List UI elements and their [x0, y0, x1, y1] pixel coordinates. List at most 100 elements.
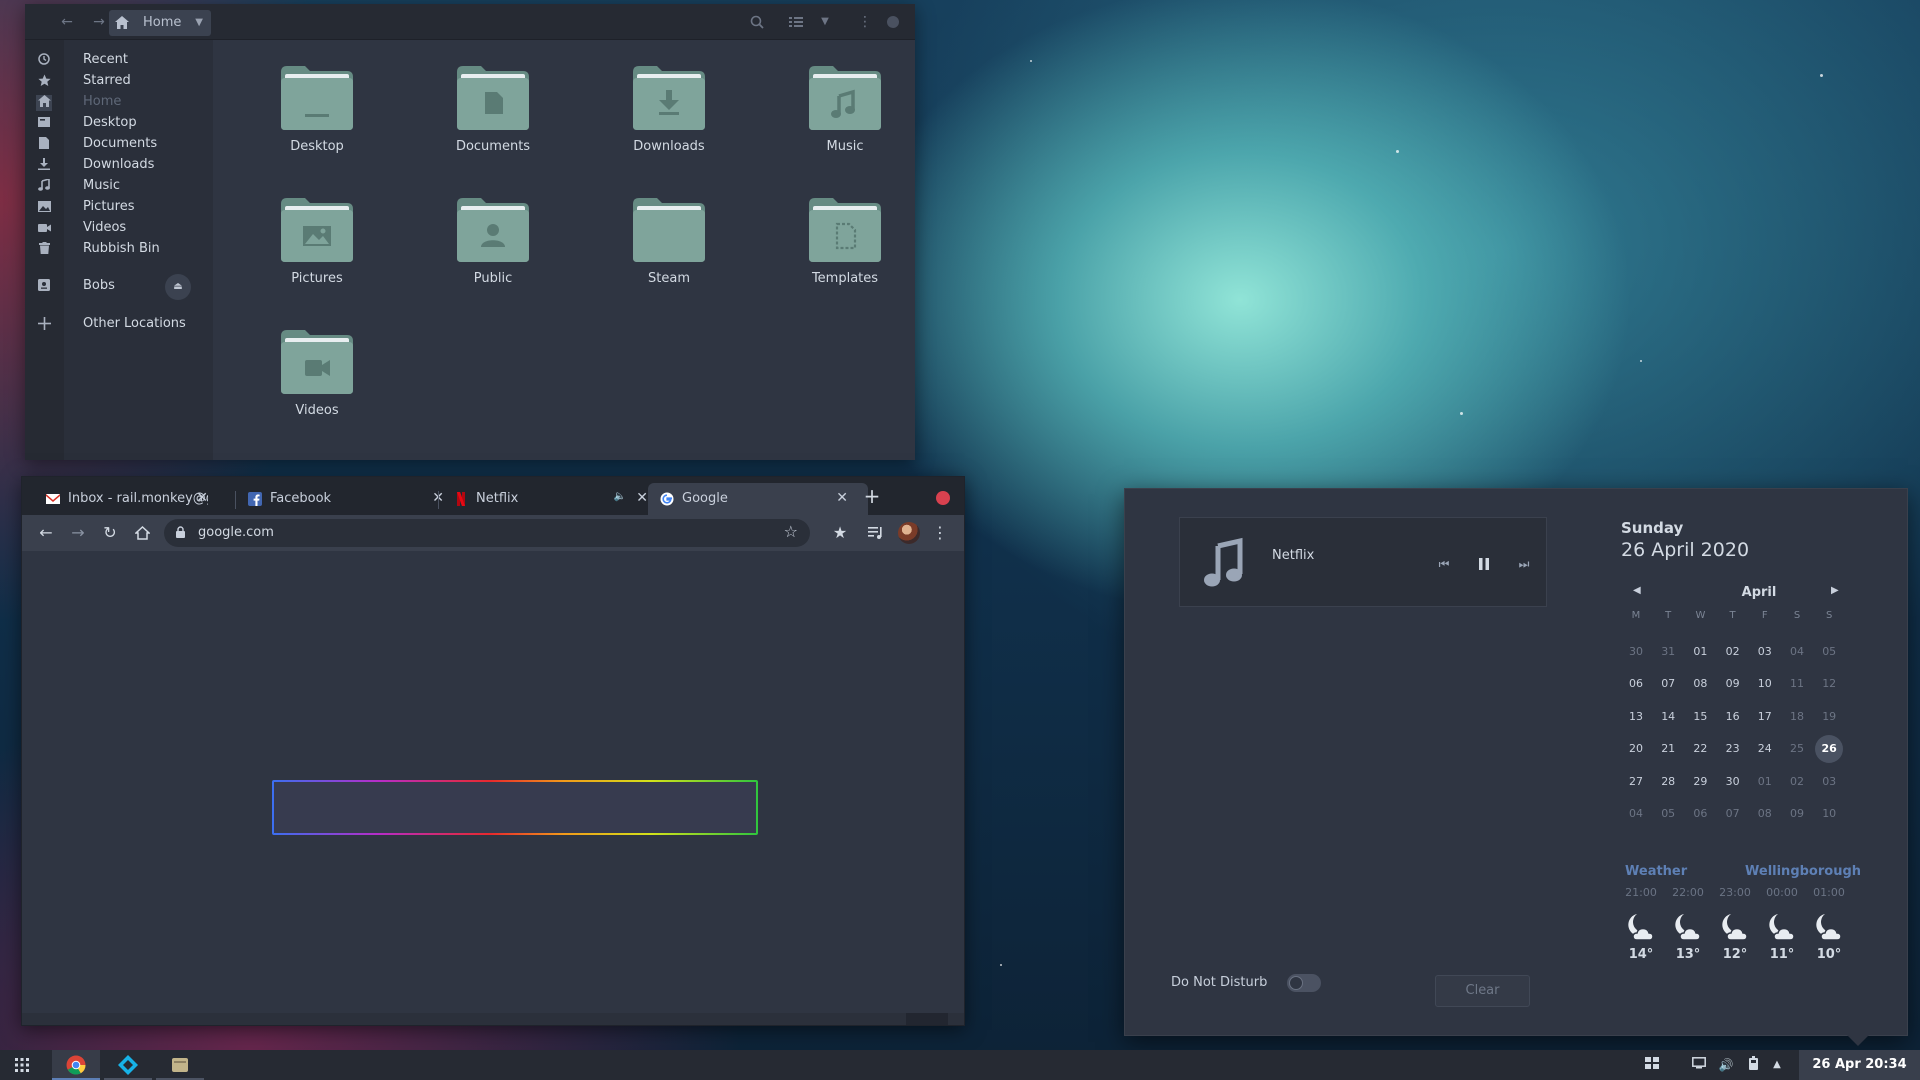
sidebar-item-starred[interactable]: Starred — [25, 71, 213, 92]
folder-templates[interactable]: Templates — [779, 186, 899, 296]
bookmarks-button[interactable]: ★ — [828, 521, 852, 545]
previous-month-button[interactable]: ◀ — [1633, 585, 1641, 596]
calendar-day[interactable]: 09 — [1783, 800, 1811, 828]
folder-public[interactable]: Public — [427, 186, 547, 296]
browser-menu-button[interactable]: ⋮ — [928, 521, 952, 545]
calendar-day[interactable]: 17 — [1751, 703, 1779, 731]
address-bar[interactable]: google.com ☆ — [164, 519, 810, 547]
bookmark-star-icon[interactable]: ☆ — [784, 522, 798, 541]
calendar-day[interactable]: 04 — [1622, 800, 1650, 828]
taskbar-chrome[interactable] — [52, 1050, 100, 1080]
calendar-day[interactable]: 05 — [1654, 800, 1682, 828]
path-bar-home[interactable]: Home ▼ — [109, 10, 211, 36]
next-month-button[interactable]: ▶ — [1831, 585, 1839, 596]
calendar-day[interactable]: 02 — [1783, 768, 1811, 796]
clear-notifications-button[interactable]: Clear — [1435, 975, 1530, 1007]
calendar-day[interactable]: 03 — [1815, 768, 1843, 796]
pause-button[interactable] — [1472, 554, 1496, 574]
folder-steam[interactable]: Steam — [603, 186, 723, 296]
calendar-day[interactable]: 08 — [1751, 800, 1779, 828]
sidebar-item-recent[interactable]: Recent — [25, 50, 213, 71]
sidebar-item-rubbish-bin[interactable]: Rubbish Bin — [25, 239, 213, 260]
calendar-day[interactable]: 07 — [1654, 670, 1682, 698]
window-close-button[interactable] — [936, 491, 950, 505]
calendar-day[interactable]: 02 — [1719, 638, 1747, 666]
calendar-day[interactable]: 28 — [1654, 768, 1682, 796]
taskbar-kodi[interactable] — [104, 1050, 152, 1080]
next-track-button[interactable]: ⏭ — [1512, 554, 1536, 574]
folder-videos[interactable]: Videos — [251, 318, 371, 428]
menu-button[interactable]: ⋮ — [851, 10, 879, 34]
tab-close-button[interactable]: ✕ — [636, 490, 648, 506]
new-tab-button[interactable]: + — [860, 485, 884, 509]
calendar-day[interactable]: 31 — [1654, 638, 1682, 666]
view-list-button[interactable] — [782, 10, 810, 34]
calendar-day[interactable]: 11 — [1783, 670, 1811, 698]
tab-google[interactable]: Google ✕ — [648, 483, 868, 515]
sidebar-item-documents[interactable]: Documents — [25, 134, 213, 155]
eject-button[interactable]: ⏏ — [165, 274, 191, 300]
app-grid-button[interactable] — [0, 1050, 48, 1080]
calendar-day[interactable]: 05 — [1815, 638, 1843, 666]
display-button[interactable] — [1690, 1056, 1708, 1074]
scrollbar-thumb[interactable] — [906, 1013, 948, 1025]
calendar-day[interactable]: 24 — [1751, 735, 1779, 763]
tab-netflix[interactable]: Netflix 🔈 ✕ — [442, 483, 662, 515]
tab-close-button[interactable]: ✕ — [836, 490, 848, 506]
calendar-day[interactable]: 20 — [1622, 735, 1650, 763]
calendar-day[interactable]: 06 — [1686, 800, 1714, 828]
calendar-day[interactable]: 12 — [1815, 670, 1843, 698]
taskbar-files[interactable] — [156, 1050, 204, 1080]
folder-pictures[interactable]: Pictures — [251, 186, 371, 296]
volume-button[interactable]: 🔊 — [1717, 1056, 1735, 1074]
tray-expand-button[interactable]: ▲ — [1768, 1056, 1786, 1074]
workspaces-button[interactable] — [1643, 1056, 1661, 1074]
sidebar-item-pictures[interactable]: Pictures — [25, 197, 213, 218]
calendar-day[interactable]: 10 — [1815, 800, 1843, 828]
calendar-day[interactable]: 10 — [1751, 670, 1779, 698]
calendar-day[interactable]: 04 — [1783, 638, 1811, 666]
calendar-day[interactable]: 29 — [1686, 768, 1714, 796]
back-button[interactable]: ← — [53, 10, 81, 34]
calendar-day[interactable]: 13 — [1622, 703, 1650, 731]
calendar-day[interactable]: 01 — [1751, 768, 1779, 796]
sidebar-item-desktop[interactable]: Desktop — [25, 113, 213, 134]
tab-facebook[interactable]: Facebook ✕ — [236, 483, 456, 515]
calendar-day[interactable]: 19 — [1815, 703, 1843, 731]
view-options-button[interactable]: ▼ — [811, 10, 839, 34]
previous-track-button[interactable]: ⏮ — [1432, 554, 1456, 574]
folder-documents[interactable]: Documents — [427, 54, 547, 164]
sidebar-item-music[interactable]: Music — [25, 176, 213, 197]
calendar-day[interactable]: 06 — [1622, 670, 1650, 698]
calendar-day[interactable]: 03 — [1751, 638, 1779, 666]
sidebar-item-videos[interactable]: Videos — [25, 218, 213, 239]
home-button[interactable] — [130, 521, 154, 545]
sidebar-item-other-locations[interactable]: Other Locations — [25, 314, 213, 335]
tab-close-button[interactable]: ✕ — [196, 490, 208, 506]
folder-downloads[interactable]: Downloads — [603, 54, 723, 164]
back-button[interactable]: ← — [34, 521, 58, 545]
window-close-button[interactable] — [879, 10, 907, 34]
calendar-day[interactable]: 07 — [1719, 800, 1747, 828]
calendar-day[interactable]: 18 — [1783, 703, 1811, 731]
do-not-disturb-toggle[interactable] — [1287, 974, 1321, 992]
search-input[interactable] — [272, 780, 758, 835]
calendar-day-today[interactable]: 26 — [1815, 735, 1844, 764]
sidebar-item-bobs[interactable]: Bobs ⏏ — [25, 274, 213, 300]
calendar-day[interactable]: 09 — [1719, 670, 1747, 698]
calendar-day[interactable]: 22 — [1686, 735, 1714, 763]
calendar-day[interactable]: 15 — [1686, 703, 1714, 731]
calendar-day[interactable]: 25 — [1783, 735, 1811, 763]
media-queue-button[interactable] — [864, 521, 888, 545]
search-button[interactable] — [743, 10, 771, 34]
calendar-day[interactable]: 08 — [1686, 670, 1714, 698]
tab-gmail[interactable]: Inbox - rail.monkey@gmail.com ✕ — [26, 483, 216, 515]
calendar-day[interactable]: 30 — [1622, 638, 1650, 666]
calendar-day[interactable]: 27 — [1622, 768, 1650, 796]
calendar-day[interactable]: 01 — [1686, 638, 1714, 666]
folder-desktop[interactable]: Desktop — [251, 54, 371, 164]
folder-music[interactable]: Music — [779, 54, 899, 164]
battery-button[interactable] — [1744, 1056, 1762, 1074]
calendar-day[interactable]: 30 — [1719, 768, 1747, 796]
horizontal-scrollbar[interactable] — [22, 1013, 964, 1025]
